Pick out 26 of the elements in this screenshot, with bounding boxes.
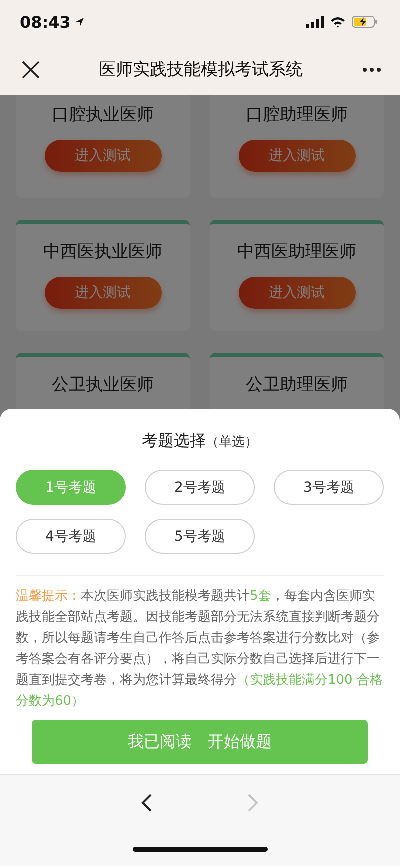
page-title: 医师实践技能模拟考试系统 <box>99 59 303 81</box>
question-option[interactable]: 1号考题 <box>16 470 126 505</box>
question-option[interactable]: 5号考题 <box>145 519 255 554</box>
card-title: 口腔助理医师 <box>246 104 348 126</box>
signal-icon <box>306 16 324 28</box>
question-option[interactable]: 2号考题 <box>145 470 255 505</box>
enter-test-button[interactable]: 进入测试 <box>238 277 356 309</box>
wifi-icon <box>330 16 346 28</box>
card-title: 中西医助理医师 <box>238 241 356 263</box>
enter-test-button[interactable]: 进入测试 <box>238 140 356 172</box>
location-arrow-icon <box>74 17 85 27</box>
question-option[interactable]: 3号考题 <box>274 470 384 505</box>
start-button[interactable]: 我已阅读 开始做题 <box>32 720 368 764</box>
card-title: 公卫执业医师 <box>52 374 154 396</box>
card-title: 公卫助理医师 <box>246 374 348 396</box>
enter-test-button[interactable]: 进入测试 <box>44 277 162 309</box>
sheet-title: 考题选择 <box>142 431 206 452</box>
enter-test-button[interactable]: 进入测试 <box>44 140 162 172</box>
status-time: 08:43 <box>20 12 71 32</box>
card-title: 口腔执业医师 <box>52 104 154 126</box>
close-icon[interactable] <box>22 60 40 78</box>
battery-icon <box>352 16 378 28</box>
sheet-subtitle: （单选） <box>206 434 258 451</box>
question-option[interactable]: 4号考题 <box>16 519 126 554</box>
card-title: 中西医执业医师 <box>44 241 162 263</box>
notice-text: 温馨提示：本次医师实践技能模考题共计5套，每套内含医师实践技能全部站点考题。因技能考题部分无法系统直接判断考题分数，所以每题请考生自己作答后点击参考答案进行分数比对（参考答案会有各评分要点），将自己实际分数自己选择后进行下一题直到提交考卷，将为您计算最终得分（实践技能满分100 合格分数为60） <box>16 588 384 711</box>
